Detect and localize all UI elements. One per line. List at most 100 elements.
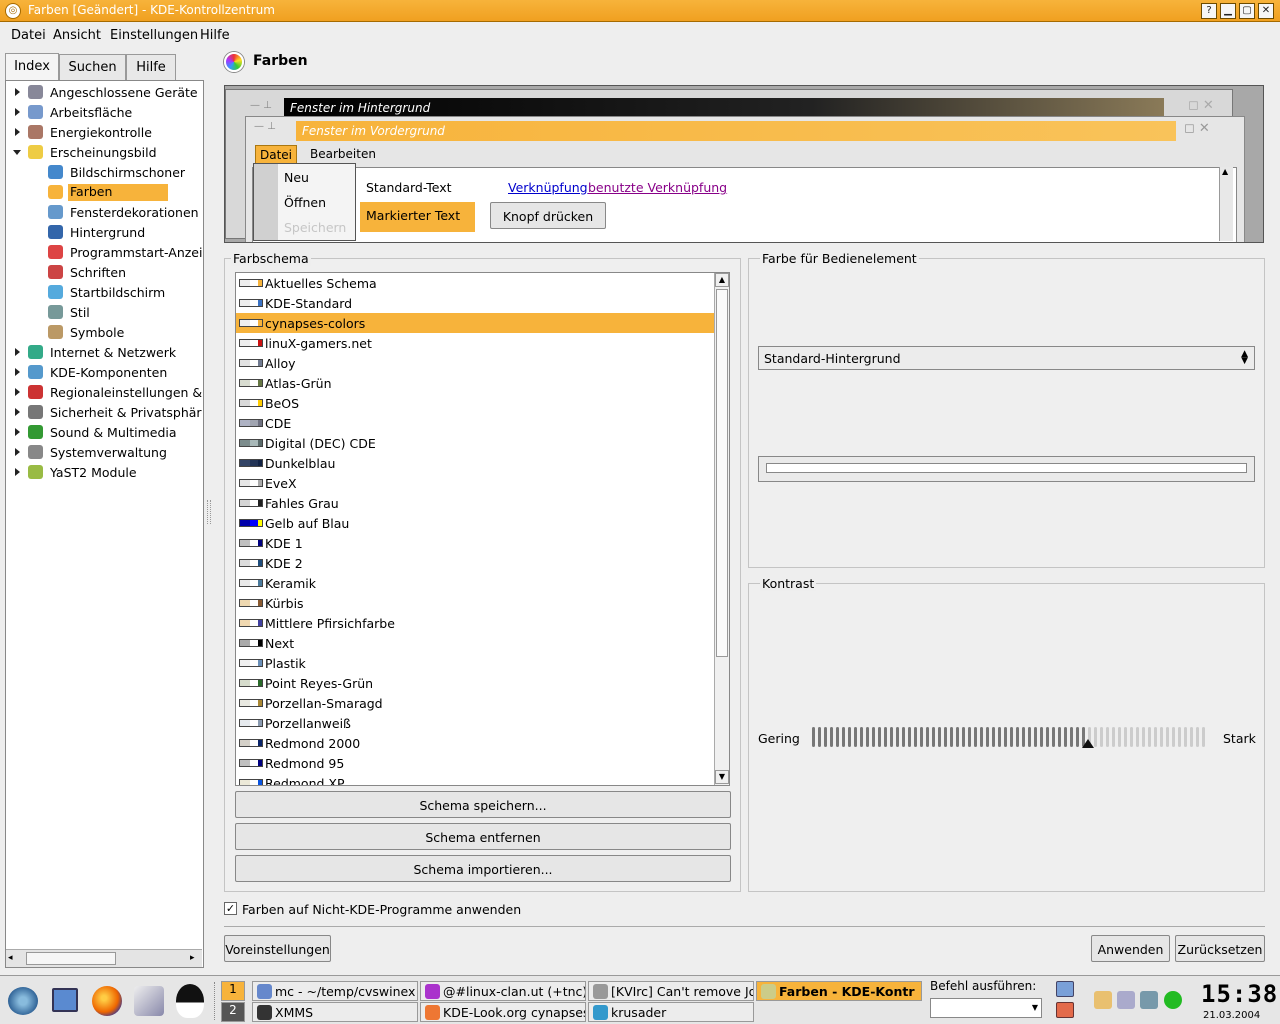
- tux-launcher-icon[interactable]: [176, 984, 204, 1018]
- splitter-handle[interactable]: [207, 500, 211, 524]
- tree-item-schriften[interactable]: Schriften: [6, 262, 202, 282]
- kmix-icon[interactable]: [1140, 991, 1158, 1009]
- tree-item-sicherheit-privatsphäre[interactable]: Sicherheit & Privatsphäre: [6, 402, 202, 422]
- tree-item-angeschlossene-geräte[interactable]: Angeschlossene Geräte: [6, 82, 202, 102]
- menu-datei[interactable]: Datei: [11, 28, 46, 43]
- taskbar-task[interactable]: @#linux-clan.ut (+tnc) [0: [420, 981, 586, 1001]
- scheme-item[interactable]: Kürbis: [236, 593, 714, 613]
- scheme-item[interactable]: Dunkelblau: [236, 453, 714, 473]
- collapsed-arrow-icon[interactable]: [15, 428, 20, 436]
- expanded-arrow-icon[interactable]: [13, 150, 21, 155]
- tree-item-bildschirmschoner[interactable]: Bildschirmschoner: [6, 162, 202, 182]
- tab-index[interactable]: Index: [5, 53, 59, 81]
- scheme-list-scroll-thumb[interactable]: [716, 289, 728, 657]
- tree-item-erscheinungsbild[interactable]: Erscheinungsbild: [6, 142, 202, 162]
- clock-time[interactable]: 15:38: [1201, 981, 1277, 1007]
- collapsed-arrow-icon[interactable]: [15, 388, 20, 396]
- tree-item-stil[interactable]: Stil: [6, 302, 202, 322]
- apply-nonkde-label[interactable]: Farben auf Nicht-KDE-Programme anwenden: [242, 902, 521, 917]
- scroll-up-icon[interactable]: ▲: [715, 273, 729, 287]
- window-titlebar[interactable]: ◎ Farben [Geändert] - KDE-Kontrollzentru…: [0, 0, 1280, 22]
- tree-item-fensterdekorationen[interactable]: Fensterdekorationen: [6, 202, 202, 222]
- scheme-item[interactable]: Porzellanweiß: [236, 713, 714, 733]
- scheme-item[interactable]: Redmond 2000: [236, 733, 714, 753]
- firefox-launcher-icon[interactable]: [92, 986, 122, 1016]
- scheme-list[interactable]: Aktuelles Schema KDE-Standard cynapses-col…: [235, 272, 730, 786]
- reset-button[interactable]: Zurücksetzen: [1175, 935, 1265, 962]
- maximize-icon[interactable]: ▢: [1239, 3, 1255, 19]
- taskbar-task[interactable]: KDE-Look.org cynapses: [420, 1002, 586, 1022]
- widget-color-select[interactable]: Standard-Hintergrund ▲ ▼: [758, 346, 1255, 370]
- tab-hilfe[interactable]: Hilfe: [126, 54, 176, 80]
- scheme-item[interactable]: Atlas-Grün: [236, 373, 714, 393]
- menu-einstellungen[interactable]: Einstellungen: [110, 28, 198, 43]
- mail-launcher-icon[interactable]: [134, 986, 164, 1016]
- module-tree[interactable]: Angeschlossene Geräte Arbeitsfläche Energi…: [5, 80, 204, 968]
- tree-item-sound-multimedia[interactable]: Sound & Multimedia: [6, 422, 202, 442]
- show-desktop-icon[interactable]: [52, 988, 78, 1012]
- scheme-item[interactable]: Porzellan-Smaragd: [236, 693, 714, 713]
- scheme-item[interactable]: KDE 2: [236, 553, 714, 573]
- collapsed-arrow-icon[interactable]: [15, 108, 20, 116]
- import-scheme-button[interactable]: Schema importieren...: [235, 855, 731, 882]
- collapsed-arrow-icon[interactable]: [15, 368, 20, 376]
- kmenu-gear-icon[interactable]: [8, 987, 38, 1015]
- lock-screen-icon[interactable]: [1056, 981, 1074, 997]
- tree-item-internet-netzwerk[interactable]: Internet & Netzwerk: [6, 342, 202, 362]
- scheme-item[interactable]: Redmond XP: [236, 773, 714, 785]
- collapsed-arrow-icon[interactable]: [15, 88, 20, 96]
- tree-item-symbole[interactable]: Symbole: [6, 322, 202, 342]
- taskbar-task[interactable]: mc - ~/temp/cvswinex -: [252, 981, 418, 1001]
- apply-nonkde-checkbox[interactable]: ✓: [224, 902, 237, 915]
- tree-item-regionaleinstellungen-z[interactable]: Regionaleinstellungen & Z: [6, 382, 202, 402]
- taskbar-task[interactable]: XMMS: [252, 1002, 418, 1022]
- collapsed-arrow-icon[interactable]: [15, 468, 20, 476]
- volume-icon[interactable]: [1117, 991, 1135, 1009]
- minimize-icon[interactable]: ▁: [1220, 3, 1236, 19]
- scheme-item[interactable]: BeOS: [236, 393, 714, 413]
- tab-suchen[interactable]: Suchen: [59, 54, 126, 80]
- tree-horizontal-scrollbar[interactable]: ◂ ▸: [6, 949, 202, 967]
- tree-item-programmstart-anzeige[interactable]: Programmstart-Anzeige: [6, 242, 202, 262]
- collapsed-arrow-icon[interactable]: [15, 348, 20, 356]
- scheme-item[interactable]: KDE-Standard: [236, 293, 714, 313]
- tree-item-yast2-module[interactable]: YaST2 Module: [6, 462, 202, 482]
- window-menu-icon[interactable]: ◎: [5, 3, 21, 19]
- scheme-item[interactable]: Alloy: [236, 353, 714, 373]
- menu-hilfe[interactable]: Hilfe: [200, 28, 230, 43]
- scheme-item[interactable]: Aktuelles Schema: [236, 273, 714, 293]
- tree-hscroll-thumb[interactable]: [26, 952, 116, 965]
- color-preview[interactable]: — ⊥ Fenster im Hintergrund ◻ ✕ — ⊥ Fenst…: [224, 85, 1264, 243]
- scheme-item[interactable]: Redmond 95: [236, 753, 714, 773]
- scheme-item[interactable]: Keramik: [236, 573, 714, 593]
- desktop-1-button[interactable]: 1: [221, 981, 245, 1001]
- collapsed-arrow-icon[interactable]: [15, 128, 20, 136]
- save-scheme-button[interactable]: Schema speichern...: [235, 791, 731, 818]
- taskbar-task[interactable]: Farben - KDE-Kontr: [756, 981, 922, 1001]
- help-icon[interactable]: ?: [1201, 3, 1217, 19]
- color-button[interactable]: [758, 456, 1255, 482]
- close-icon[interactable]: ✕: [1258, 3, 1274, 19]
- tree-item-kde-komponenten[interactable]: KDE-Komponenten: [6, 362, 202, 382]
- collapsed-arrow-icon[interactable]: [15, 448, 20, 456]
- defaults-button[interactable]: Voreinstellungen: [224, 935, 331, 962]
- scheme-item[interactable]: Next: [236, 633, 714, 653]
- tree-item-startbildschirm[interactable]: Startbildschirm: [6, 282, 202, 302]
- scheme-list-scrollbar[interactable]: ▲ ▼: [714, 273, 729, 785]
- taskbar-task[interactable]: [KVIrc] Can't remove Jo: [588, 981, 754, 1001]
- collapsed-arrow-icon[interactable]: [15, 408, 20, 416]
- scheme-item[interactable]: Fahles Grau: [236, 493, 714, 513]
- scheme-item[interactable]: Mittlere Pfirsichfarbe: [236, 613, 714, 633]
- scheme-item[interactable]: Gelb auf Blau: [236, 513, 714, 533]
- run-command-input[interactable]: ▼: [930, 998, 1042, 1018]
- taskbar-task[interactable]: krusader: [588, 1002, 754, 1022]
- logout-icon[interactable]: [1056, 1002, 1074, 1018]
- slider-handle-icon[interactable]: [1082, 739, 1094, 748]
- apply-button[interactable]: Anwenden: [1091, 935, 1170, 962]
- klipper-icon[interactable]: [1094, 991, 1112, 1009]
- scheme-item[interactable]: EveX: [236, 473, 714, 493]
- scroll-down-icon[interactable]: ▼: [715, 770, 729, 784]
- scheme-item[interactable]: linuX-gamers.net: [236, 333, 714, 353]
- desktop-2-button[interactable]: 2: [221, 1002, 245, 1022]
- scheme-item[interactable]: Digital (DEC) CDE: [236, 433, 714, 453]
